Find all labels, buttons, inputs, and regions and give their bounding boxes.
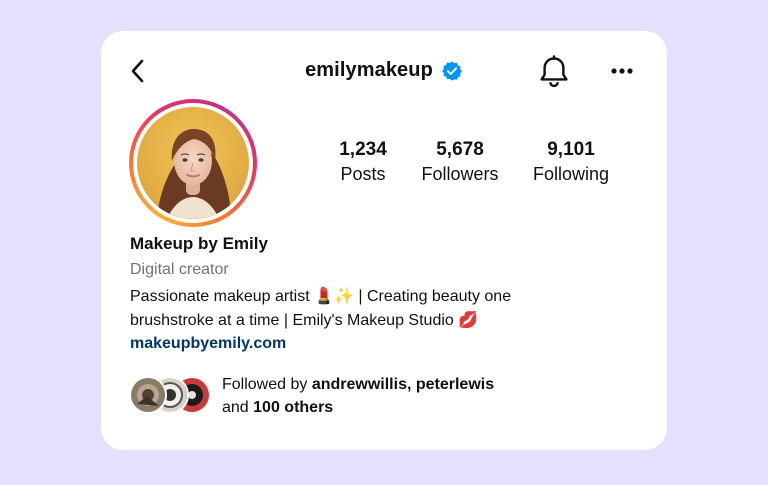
followed-by-line1: Followed by andrewwillis, peterlewis bbox=[222, 373, 494, 396]
verified-badge-icon bbox=[441, 60, 463, 82]
following-count: 9,101 bbox=[547, 139, 595, 160]
mutual-followers-avatars[interactable] bbox=[129, 376, 211, 416]
followed-by-names: andrewwillis, peterlewis bbox=[311, 376, 495, 393]
followers-label: Followers bbox=[421, 164, 499, 184]
following-label: Following bbox=[532, 164, 610, 184]
followed-by-connector: and bbox=[222, 399, 249, 416]
bell-icon bbox=[540, 55, 568, 88]
following-stat[interactable]: 9,101 Following bbox=[526, 139, 616, 187]
followed-by-others: 100 others bbox=[253, 399, 334, 416]
followed-by-prefix: Followed by bbox=[222, 376, 308, 393]
posts-label: Posts bbox=[340, 164, 386, 184]
profile-card: emilymakeup 1,234 Posts 5,678 Followers … bbox=[101, 31, 667, 450]
followed-by-text[interactable]: Followed by andrewwillis, peterlewis and… bbox=[222, 373, 494, 419]
more-options-button[interactable] bbox=[609, 61, 635, 81]
posts-stat[interactable]: 1,234 Posts bbox=[323, 139, 403, 187]
followers-stat[interactable]: 5,678 Followers bbox=[415, 139, 505, 187]
more-horizontal-icon bbox=[611, 68, 633, 74]
website-link[interactable]: makeupbyemily.com bbox=[130, 335, 286, 353]
followed-by-line2: and 100 others bbox=[222, 396, 494, 419]
profile-stats: 1,234 Posts 5,678 Followers 9,101 Follow… bbox=[101, 139, 667, 189]
mutual-follower-avatar bbox=[129, 376, 167, 414]
posts-count: 1,234 bbox=[339, 139, 387, 160]
bio-line: brushstroke at a time | Emily's Makeup S… bbox=[130, 312, 479, 329]
notifications-button[interactable] bbox=[536, 54, 572, 90]
bio-line: Passionate makeup artist 💄✨ | Creating b… bbox=[130, 288, 512, 305]
display-name: Makeup by Emily bbox=[130, 234, 268, 253]
followers-count: 5,678 bbox=[436, 139, 484, 160]
username: emilymakeup bbox=[305, 59, 433, 81]
profile-header-title: emilymakeup bbox=[101, 59, 667, 82]
bio: Passionate makeup artist 💄✨ | Creating b… bbox=[130, 285, 550, 333]
category-label: Digital creator bbox=[130, 261, 229, 278]
